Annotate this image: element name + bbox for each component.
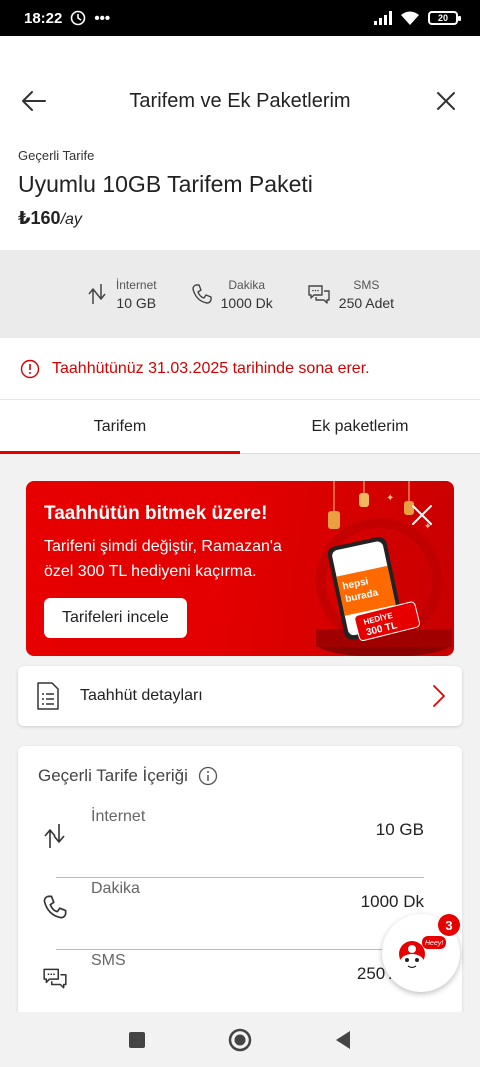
home-icon[interactable] <box>228 1028 252 1052</box>
chevron-right-icon <box>433 685 445 707</box>
system-nav-bar <box>0 1012 480 1067</box>
tab-tarifem[interactable]: Tarifem <box>0 400 240 454</box>
phone-icon <box>191 284 212 304</box>
signal-icon <box>374 11 392 25</box>
tariff-price: ₺160/ay <box>18 208 462 229</box>
chatbot-badge: 3 <box>438 914 460 936</box>
status-more-dots: ••• <box>94 9 111 27</box>
content-row-label: SMS <box>91 952 126 969</box>
recent-apps-icon[interactable] <box>128 1031 146 1049</box>
wifi-icon <box>401 11 419 25</box>
chatbot-button[interactable]: Heey! 3 <box>382 914 460 992</box>
commitment-alert: Taahhütünüz 31.03.2025 tarihinde sona er… <box>0 338 480 400</box>
sms-icon <box>308 285 330 304</box>
usage-minutes: Dakika 1000 Dk <box>191 276 273 312</box>
commitment-details-label: Taahhüt detayları <box>80 687 203 704</box>
content-row-value: 10 GB <box>375 820 424 839</box>
status-time: 18:22 <box>24 9 63 27</box>
current-tariff-label: Geçerli Tarife <box>18 148 95 163</box>
usage-summary: İnternet 10 GB Dakika 1000 Dk SMS 250 Adet <box>0 250 480 338</box>
close-icon[interactable] <box>434 89 458 113</box>
document-list-icon <box>37 682 59 710</box>
content-row-label: Dakika <box>91 880 140 897</box>
divider <box>56 877 424 878</box>
internet-arrows-icon <box>44 824 65 848</box>
info-icon[interactable] <box>198 766 218 786</box>
divider <box>56 949 424 950</box>
content-row-label: İnternet <box>91 808 146 825</box>
battery-icon: 20 <box>428 11 461 25</box>
status-bar: 18:22 ••• 20 <box>0 0 480 36</box>
tariff-name: Uyumlu 10GB Tarifem Paketi <box>18 171 313 197</box>
notification-icon <box>71 10 86 26</box>
tariff-content-title: Geçerli Tarife İçeriği <box>38 766 218 786</box>
back-icon[interactable] <box>334 1030 352 1050</box>
usage-minutes-label: Dakika <box>228 278 266 292</box>
battery-level: 20 <box>437 13 448 23</box>
svg-text:✦: ✦ <box>386 493 394 504</box>
usage-internet-label: İnternet <box>115 278 157 292</box>
sms-icon <box>43 968 67 989</box>
tariff-content-title-text: Geçerli Tarife İçeriği <box>38 766 188 785</box>
content-row-internet: İnternet 10 GB <box>18 808 462 878</box>
current-tariff: Geçerli Tarife Uyumlu 10GB Tarifem Paket… <box>0 140 480 250</box>
internet-arrows-icon <box>88 284 106 304</box>
page-title: Tarifem ve Ek Paketlerim <box>129 90 351 112</box>
tab-bar: Tarifem Ek paketlerim <box>0 400 480 454</box>
tab-ek-paketlerim[interactable]: Ek paketlerim <box>240 400 480 454</box>
price-period: /ay <box>60 211 82 228</box>
promo-banner: ✦ ✦ hepsi burada HEDİYE 300 TL Taahhütün… <box>26 481 454 656</box>
usage-sms-label: SMS <box>353 278 380 292</box>
price-amount: ₺160 <box>18 208 61 228</box>
info-alert-icon <box>20 359 40 378</box>
usage-sms-value: 250 Adet <box>338 295 395 311</box>
alert-text: Taahhütünüz 31.03.2025 tarihinde sona er… <box>52 359 370 377</box>
chatbot-bubble-text: Heey! <box>425 940 443 947</box>
view-tariffs-button[interactable]: Tarifeleri incele <box>44 598 187 638</box>
commitment-details-row[interactable]: Taahhüt detayları <box>18 666 462 726</box>
usage-sms: SMS 250 Adet <box>307 276 394 312</box>
usage-internet: İnternet 10 GB <box>86 276 157 312</box>
promo-body: Tarifeni şimdi değiştir, Ramazan'a özel … <box>44 538 282 580</box>
phone-icon <box>43 895 67 919</box>
close-promo-icon[interactable] <box>410 503 434 527</box>
promo-heading: Taahhütün bitmek üzere! <box>44 503 268 524</box>
content-row-value: 1000 Dk <box>360 892 424 911</box>
usage-internet-value: 10 GB <box>116 295 157 311</box>
usage-minutes-value: 1000 Dk <box>220 295 273 311</box>
